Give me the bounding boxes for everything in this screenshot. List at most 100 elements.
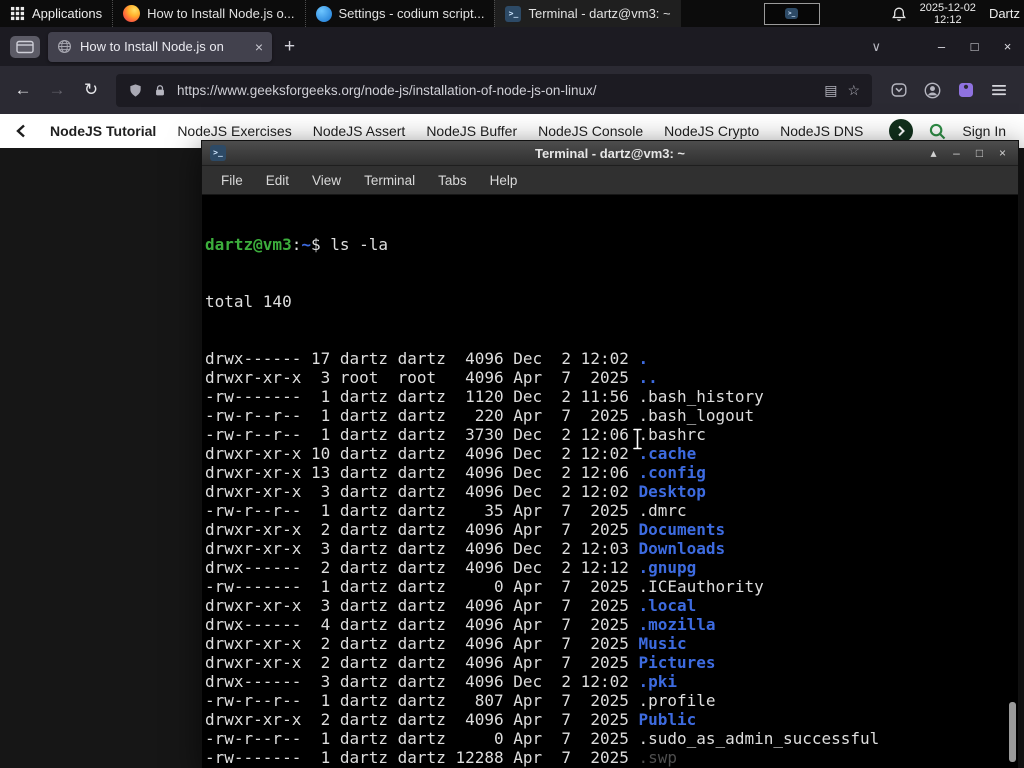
tracking-shield-icon[interactable] [128, 83, 143, 98]
new-tab-button[interactable]: + [284, 36, 295, 58]
file-meta: drwx------ 17 dartz dartz 4096 Dec 2 12:… [205, 349, 639, 368]
taskbar-item-firefox[interactable]: How to Install Node.js o... [112, 0, 304, 27]
file-name: .cache [638, 444, 697, 463]
window-minimize-button[interactable]: – [925, 39, 958, 54]
menu-file[interactable]: File [221, 173, 243, 188]
pocket-icon[interactable] [891, 82, 907, 98]
terminal-line: -rw------- 1 dartz dartz 1120 Dec 2 11:5… [205, 387, 1018, 406]
menu-help[interactable]: Help [490, 173, 518, 188]
forward-button[interactable]: → [42, 80, 72, 100]
terminal-line: -rw-r--r-- 1 dartz dartz 807 Apr 7 2025 … [205, 691, 1018, 710]
site-nav-item[interactable]: NodeJS Assert [313, 123, 406, 139]
applications-grid-icon [10, 6, 25, 21]
lock-icon[interactable] [153, 83, 167, 98]
reader-mode-icon[interactable]: ▤ [824, 82, 837, 98]
terminal-window-controls: ▴ – □ × [922, 141, 1014, 165]
file-meta: drwx------ 4 dartz dartz 4096 Apr 7 2025 [205, 615, 639, 634]
site-nav-item[interactable]: NodeJS Crypto [664, 123, 759, 139]
site-nav-items: NodeJS Tutorial NodeJS Exercises NodeJS … [50, 123, 881, 139]
terminal-line: drwxr-xr-x 3 dartz dartz 4096 Dec 2 12:0… [205, 482, 1018, 501]
terminal-line: -rw-r--r-- 1 dartz dartz 0 Apr 7 2025 .s… [205, 729, 1018, 748]
file-meta: -rw------- 1 dartz dartz 1120 Dec 2 11:5… [205, 387, 639, 406]
tab-close-icon[interactable]: × [255, 40, 263, 54]
menu-hamburger-icon[interactable] [991, 82, 1007, 98]
panel-right-area: >_ 2025-12-02 12:12 Dartz [763, 2, 1024, 26]
terminal-line: -rw------- 1 dartz dartz 12288 Apr 7 202… [205, 748, 1018, 767]
file-meta: -rw------- 1 dartz dartz 0 Apr 7 2025 [205, 577, 639, 596]
panel-clock[interactable]: 2025-12-02 12:12 [920, 2, 976, 26]
search-icon[interactable] [929, 123, 946, 140]
terminal-scrollbar[interactable] [1006, 195, 1018, 768]
menu-terminal[interactable]: Terminal [364, 173, 415, 188]
terminal-line: drwxr-xr-x 2 dartz dartz 4096 Apr 7 2025… [205, 634, 1018, 653]
file-name: .. [638, 368, 658, 387]
file-name: Desktop [638, 482, 706, 501]
site-nav-item[interactable]: NodeJS Tutorial [50, 123, 156, 139]
notifications-bell-icon[interactable] [891, 6, 907, 22]
back-button[interactable]: ← [8, 80, 38, 100]
file-meta: -rw-r--r-- 1 dartz dartz 220 Apr 7 2025 [205, 406, 639, 425]
file-name: .bashrc [638, 425, 706, 444]
file-name: Public [638, 710, 697, 729]
taskbar-item-terminal[interactable]: >_ Terminal - dartz@vm3: ~ [494, 0, 681, 27]
sign-in-button[interactable]: Sign In [962, 123, 1006, 139]
terminal-window-icon: >_ [210, 145, 226, 161]
prompt-symbol: $ [310, 235, 331, 254]
file-name: Pictures [638, 653, 716, 672]
site-nav-item[interactable]: NodeJS DNS [780, 123, 863, 139]
url-bar[interactable]: https://www.geeksforgeeks.org/node-js/in… [116, 73, 872, 107]
file-meta: drwxr-xr-x 3 dartz dartz 4096 Apr 7 2025 [205, 596, 639, 615]
menu-view[interactable]: View [312, 173, 341, 188]
terminal-scrollbar-thumb[interactable] [1009, 702, 1016, 762]
window-close-button[interactable]: × [991, 39, 1024, 54]
window-maximize-button[interactable]: □ [958, 39, 991, 54]
clock-time: 12:12 [934, 13, 962, 26]
file-meta: -rw------- 1 dartz dartz 12288 Apr 7 202… [205, 748, 639, 767]
account-icon[interactable] [924, 82, 941, 99]
site-nav-item[interactable]: NodeJS Exercises [177, 123, 291, 139]
file-name: Documents [638, 520, 726, 539]
site-nav-item[interactable]: NodeJS Console [538, 123, 643, 139]
prompt-user-host: dartz@vm3 [205, 235, 292, 254]
top-panel: Applications How to Install Node.js o...… [0, 0, 1024, 27]
file-name: .bash_logout [638, 406, 755, 425]
file-name: .gnupg [638, 558, 697, 577]
workspace-switcher[interactable]: >_ [763, 2, 820, 25]
file-meta: drwxr-xr-x 13 dartz dartz 4096 Dec 2 12:… [205, 463, 639, 482]
terminal-line: -rw-r--r-- 1 dartz dartz 3730 Dec 2 12:0… [205, 425, 1018, 444]
file-name: .dmrc [638, 501, 687, 520]
site-nav-item[interactable]: NodeJS Buffer [426, 123, 517, 139]
site-nav-scroll-left[interactable] [14, 123, 28, 139]
terminal-body[interactable]: dartz@vm3:~$ ls -la total 140 drwx------… [202, 195, 1018, 768]
file-meta: drwxr-xr-x 2 dartz dartz 4096 Apr 7 2025 [205, 520, 639, 539]
menu-tabs[interactable]: Tabs [438, 173, 467, 188]
file-meta: drwxr-xr-x 2 dartz dartz 4096 Apr 7 2025 [205, 653, 639, 672]
terminal-title-bar[interactable]: >_ Terminal - dartz@vm3: ~ ▴ – □ × [202, 141, 1018, 166]
reload-button[interactable]: ↻ [76, 80, 106, 100]
extensions-icon[interactable] [958, 82, 974, 98]
prompt-separator: : [291, 235, 302, 254]
terminal-shade-button[interactable]: ▴ [922, 141, 945, 165]
terminal-output: drwx------ 17 dartz dartz 4096 Dec 2 12:… [205, 349, 1018, 768]
terminal-line: drwx------ 2 dartz dartz 4096 Dec 2 12:1… [205, 558, 1018, 577]
terminal-prompt-line: dartz@vm3:~$ ls -la [205, 235, 1018, 254]
taskbar-item-settings[interactable]: Settings - codium script... [304, 0, 495, 27]
user-menu[interactable]: Dartz [989, 6, 1020, 21]
browser-tab-active[interactable]: How to Install Node.js on × [48, 31, 272, 62]
terminal-window-title: Terminal - dartz@vm3: ~ [534, 145, 686, 161]
file-meta: -rw-r--r-- 1 dartz dartz 807 Apr 7 2025 [205, 691, 639, 710]
terminal-line: drwxr-xr-x 2 dartz dartz 4096 Apr 7 2025… [205, 653, 1018, 672]
url-text: https://www.geeksforgeeks.org/node-js/in… [177, 82, 597, 98]
list-all-tabs-icon[interactable]: ∨ [871, 39, 881, 55]
applications-menu-button[interactable]: Applications [0, 0, 112, 27]
file-meta: drwxr-xr-x 3 dartz dartz 4096 Dec 2 12:0… [205, 482, 639, 501]
tab-title: How to Install Node.js on [80, 39, 224, 54]
menu-edit[interactable]: Edit [266, 173, 289, 188]
terminal-line: -rw------- 1 dartz dartz 0 Apr 7 2025 .I… [205, 577, 1018, 596]
terminal-minimize-button[interactable]: – [945, 141, 968, 165]
terminal-close-button[interactable]: × [991, 141, 1014, 165]
terminal-line: drwxr-xr-x 3 dartz dartz 4096 Apr 7 2025… [205, 596, 1018, 615]
firefox-view-icon[interactable] [10, 35, 40, 58]
bookmark-star-icon[interactable]: ☆ [847, 82, 860, 98]
terminal-maximize-button[interactable]: □ [968, 141, 991, 165]
